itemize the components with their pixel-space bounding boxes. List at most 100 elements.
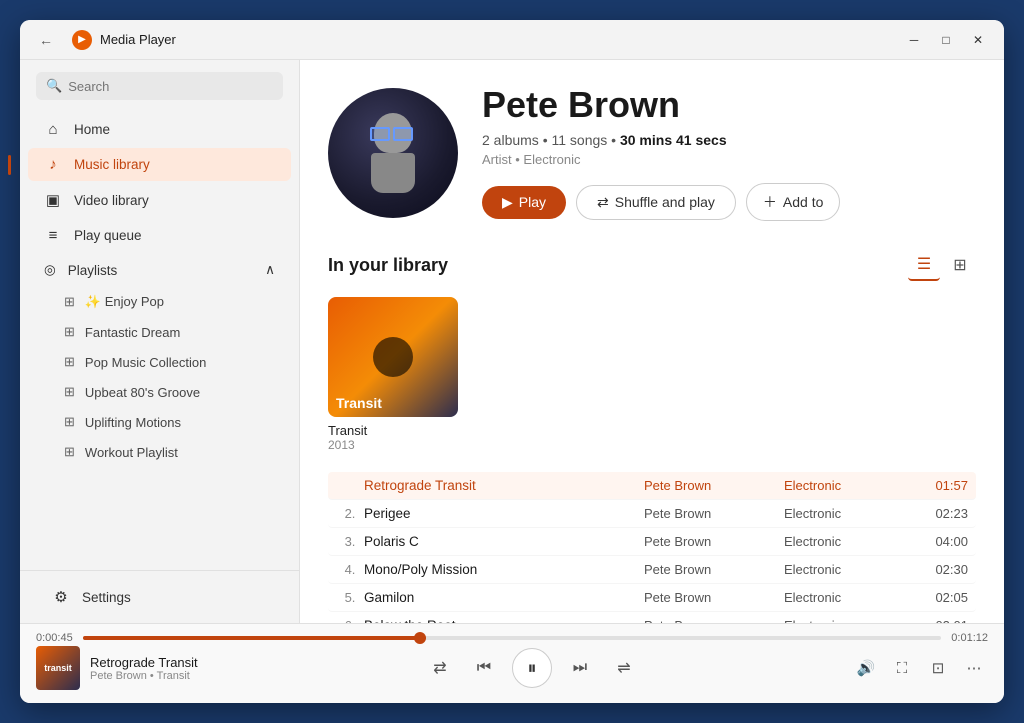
- next-button[interactable]: ⏭: [564, 652, 596, 684]
- playlist-workout-label: Workout Playlist: [85, 445, 178, 460]
- progress-bar[interactable]: [83, 636, 942, 640]
- now-playing-art: transit: [36, 646, 80, 690]
- table-row[interactable]: 4. Mono/Poly Mission Pete Brown Electron…: [328, 556, 976, 584]
- track-duration: 01:57: [924, 478, 968, 493]
- chevron-up-icon: ∧: [265, 262, 275, 278]
- track-title: Gamilon: [364, 590, 644, 605]
- playlist-item-upbeat-groove[interactable]: ⊞ Upbeat 80's Groove: [28, 377, 291, 407]
- center-controls: ⇄ ⏮ ⏸ ⏭ ⇌: [256, 648, 808, 688]
- time-current: 0:00:45: [36, 632, 73, 644]
- artist-header: Pete Brown 2 albums • 11 songs • 30 mins…: [328, 84, 976, 221]
- avatar-background: [328, 88, 458, 218]
- artist-genre: Artist • Electronic: [482, 152, 976, 167]
- table-row[interactable]: 3. Polaris C Pete Brown Electronic 04:00: [328, 528, 976, 556]
- volume-button[interactable]: 🔊: [852, 654, 880, 682]
- artist-meta: 2 albums • 11 songs • 30 mins 41 secs: [482, 132, 976, 148]
- close-button[interactable]: ✕: [964, 26, 992, 54]
- titlebar-left: ← ▶ Media Player: [32, 26, 176, 54]
- track-genre: Electronic: [784, 506, 924, 521]
- play-queue-icon: ≡: [44, 227, 62, 244]
- search-bar[interactable]: 🔍: [36, 72, 283, 100]
- track-title: Retrograde Transit: [364, 478, 644, 493]
- progress-thumb: [414, 632, 426, 644]
- track-genre: Electronic: [784, 478, 924, 493]
- add-icon: ＋: [763, 192, 777, 212]
- playlists-section-header[interactable]: ◎ Playlists ∧: [28, 254, 291, 286]
- window-controls: ─ □ ✕: [900, 26, 992, 54]
- playlist-pop-music-collection-label: Pop Music Collection: [85, 355, 206, 370]
- albums-count: 2 albums: [482, 132, 539, 148]
- track-title: Perigee: [364, 506, 644, 521]
- sidebar-item-home[interactable]: ⌂ Home: [28, 113, 291, 146]
- progress-section: 0:00:45 0:01:12: [36, 624, 988, 646]
- track-artist: Pete Brown: [644, 590, 784, 605]
- playlist-upbeat-groove-label: Upbeat 80's Groove: [85, 385, 200, 400]
- shuffle-button[interactable]: ⇄ Shuffle and play: [576, 185, 736, 220]
- play-button[interactable]: ▶ Play: [482, 186, 566, 219]
- sidebar-item-play-queue-label: Play queue: [74, 228, 142, 243]
- track-number: 2.: [336, 506, 364, 521]
- glass-right: [393, 127, 413, 141]
- track-duration: 02:23: [924, 506, 968, 521]
- playlist-item-workout-playlist[interactable]: ⊞ Workout Playlist: [28, 437, 291, 467]
- track-number: 3.: [336, 534, 364, 549]
- cast-button[interactable]: ⊡: [924, 654, 952, 682]
- shuffle-ctrl-button[interactable]: ⇄: [424, 652, 456, 684]
- maximize-button[interactable]: □: [932, 26, 960, 54]
- sidebar-item-play-queue[interactable]: ≡ Play queue: [28, 219, 291, 252]
- sidebar-item-video-library[interactable]: ▣ Video library: [28, 183, 291, 217]
- table-row[interactable]: 6. Below the Root Pete Brown Electronic …: [328, 612, 976, 623]
- now-playing-subtitle: Pete Brown • Transit: [90, 670, 198, 682]
- album-cover-transit: Transit: [328, 297, 458, 417]
- minimize-button[interactable]: ─: [900, 26, 928, 54]
- album-name: Transit: [328, 423, 458, 438]
- album-card-transit[interactable]: Transit Transit 2013: [328, 297, 458, 452]
- playlist-item-enjoy-pop[interactable]: ⊞ ✨ Enjoy Pop: [28, 287, 291, 317]
- home-icon: ⌂: [44, 121, 62, 138]
- playlist-icon: ⊞: [64, 354, 75, 370]
- playlist-item-pop-music-collection[interactable]: ⊞ Pop Music Collection: [28, 347, 291, 377]
- prev-button[interactable]: ⏮: [468, 652, 500, 684]
- more-options-button[interactable]: ⋯: [960, 654, 988, 682]
- sidebar-item-home-label: Home: [74, 122, 110, 137]
- track-number: 4.: [336, 562, 364, 577]
- sidebar-bottom: ⚙ Settings: [20, 570, 299, 623]
- search-icon: 🔍: [46, 78, 62, 94]
- track-duration: 02:05: [924, 590, 968, 605]
- fullscreen-button[interactable]: ⛶: [888, 654, 916, 682]
- track-duration: 04:00: [924, 534, 968, 549]
- settings-label: Settings: [82, 590, 131, 605]
- dot-separator-1: •: [543, 132, 552, 148]
- repeat-button[interactable]: ⇌: [608, 652, 640, 684]
- track-duration: 02:30: [924, 562, 968, 577]
- track-artist: Pete Brown: [644, 562, 784, 577]
- play-pause-button[interactable]: ⏸: [512, 648, 552, 688]
- action-buttons: ▶ Play ⇄ Shuffle and play ＋ Add to: [482, 183, 976, 221]
- playlist-item-fantastic-dream[interactable]: ⊞ Fantastic Dream: [28, 317, 291, 347]
- grid-view-button[interactable]: ⊞: [944, 249, 976, 281]
- sidebar-item-settings[interactable]: ⚙ Settings: [36, 580, 283, 614]
- playlist-item-uplifting-motions[interactable]: ⊞ Uplifting Motions: [28, 407, 291, 437]
- shuffle-icon: ⇄: [597, 194, 609, 211]
- playlist-icon: ⊞: [64, 384, 75, 400]
- dot-separator-2: •: [611, 132, 620, 148]
- back-button[interactable]: ←: [32, 26, 60, 54]
- track-title: Polaris C: [364, 534, 644, 549]
- now-playing: transit Retrograde Transit Pete Brown • …: [36, 646, 256, 690]
- search-input[interactable]: [68, 79, 273, 94]
- app-window: ← ▶ Media Player ─ □ ✕ 🔍 ⌂ Home ♪ Music …: [20, 20, 1004, 703]
- playlists-icon: ◎: [44, 262, 56, 278]
- player-controls: transit Retrograde Transit Pete Brown • …: [36, 646, 988, 694]
- list-view-button[interactable]: ☰: [908, 249, 940, 281]
- now-playing-info: Retrograde Transit Pete Brown • Transit: [90, 655, 198, 682]
- track-artist: Pete Brown: [644, 478, 784, 493]
- app-icon: ▶: [72, 30, 92, 50]
- add-to-button[interactable]: ＋ Add to: [746, 183, 840, 221]
- sidebar-item-music-library[interactable]: ♪ Music library: [28, 148, 291, 181]
- table-row[interactable]: 2. Perigee Pete Brown Electronic 02:23: [328, 500, 976, 528]
- table-row[interactable]: 5. Gamilon Pete Brown Electronic 02:05: [328, 584, 976, 612]
- table-row[interactable]: ⏸ Retrograde Transit Pete Brown Electron…: [328, 472, 976, 500]
- player-bar: 0:00:45 0:01:12 transit Retrograde Trans…: [20, 623, 1004, 703]
- track-number: 5.: [336, 590, 364, 605]
- app-title: Media Player: [100, 32, 176, 47]
